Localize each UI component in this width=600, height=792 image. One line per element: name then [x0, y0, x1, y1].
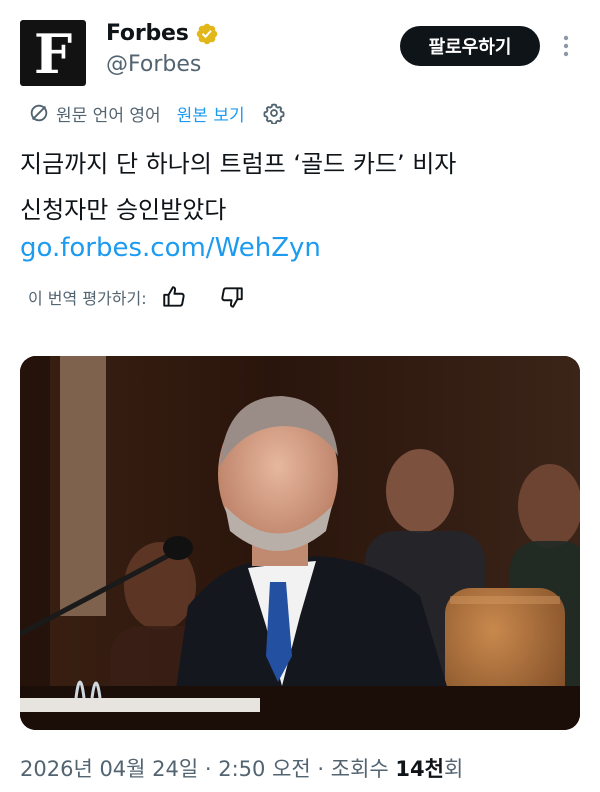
views-label: 조회수: [330, 757, 396, 781]
display-name[interactable]: Forbes: [106, 21, 189, 46]
meta-separator: ·: [198, 757, 219, 781]
tweet-meta: 2026년 04월 24일 · 2:50 오전 · 조회수 14천회: [20, 753, 463, 783]
tweet-text-line: 지금까지 단 하나의 트럼프 ‘골드 카드’ 비자: [20, 150, 457, 178]
tweet-photo[interactable]: [20, 356, 580, 730]
translate-icon: [30, 104, 48, 122]
verified-gold-badge-icon: [196, 23, 217, 44]
show-original-link[interactable]: 원본 보기: [177, 101, 245, 126]
tweet-text-line: 신청자만 승인받았다: [20, 196, 227, 224]
thumbs-down-icon[interactable]: [219, 284, 245, 310]
views-count: 14천: [395, 757, 444, 781]
translation-bar: 원문 언어 영어 원본 보기: [28, 100, 285, 126]
rate-translation: 이 번역 평가하기:: [28, 282, 245, 312]
tweet-time[interactable]: 2:50 오전: [218, 757, 310, 781]
follow-button[interactable]: 팔로우하기: [400, 26, 540, 66]
gear-icon[interactable]: [263, 102, 285, 124]
tweet-date[interactable]: 2026년 04월 24일: [20, 757, 198, 781]
tweet-detail: F Forbes @Forbes 팔로우하기 원문 언어 영어 원본 보기 지금…: [0, 0, 600, 792]
rate-translation-label: 이 번역 평가하기:: [28, 289, 147, 308]
avatar[interactable]: F: [20, 20, 86, 86]
more-vertical-icon[interactable]: [556, 30, 576, 62]
user-handle[interactable]: @Forbes: [106, 52, 201, 77]
tweet-text: 지금까지 단 하나의 트럼프 ‘골드 카드’ 비자 신청자만 승인받았다: [20, 141, 580, 233]
photo-illustration: [20, 356, 580, 730]
avatar-letter: F: [33, 22, 73, 86]
thumbs-up-icon[interactable]: [161, 284, 187, 310]
views-suffix: 회: [443, 757, 464, 781]
source-language-label: 원문 언어 영어: [56, 105, 161, 126]
display-name-row[interactable]: Forbes: [106, 21, 219, 46]
meta-separator: ·: [310, 757, 331, 781]
tweet-link[interactable]: go.forbes.com/WehZyn: [20, 228, 321, 268]
